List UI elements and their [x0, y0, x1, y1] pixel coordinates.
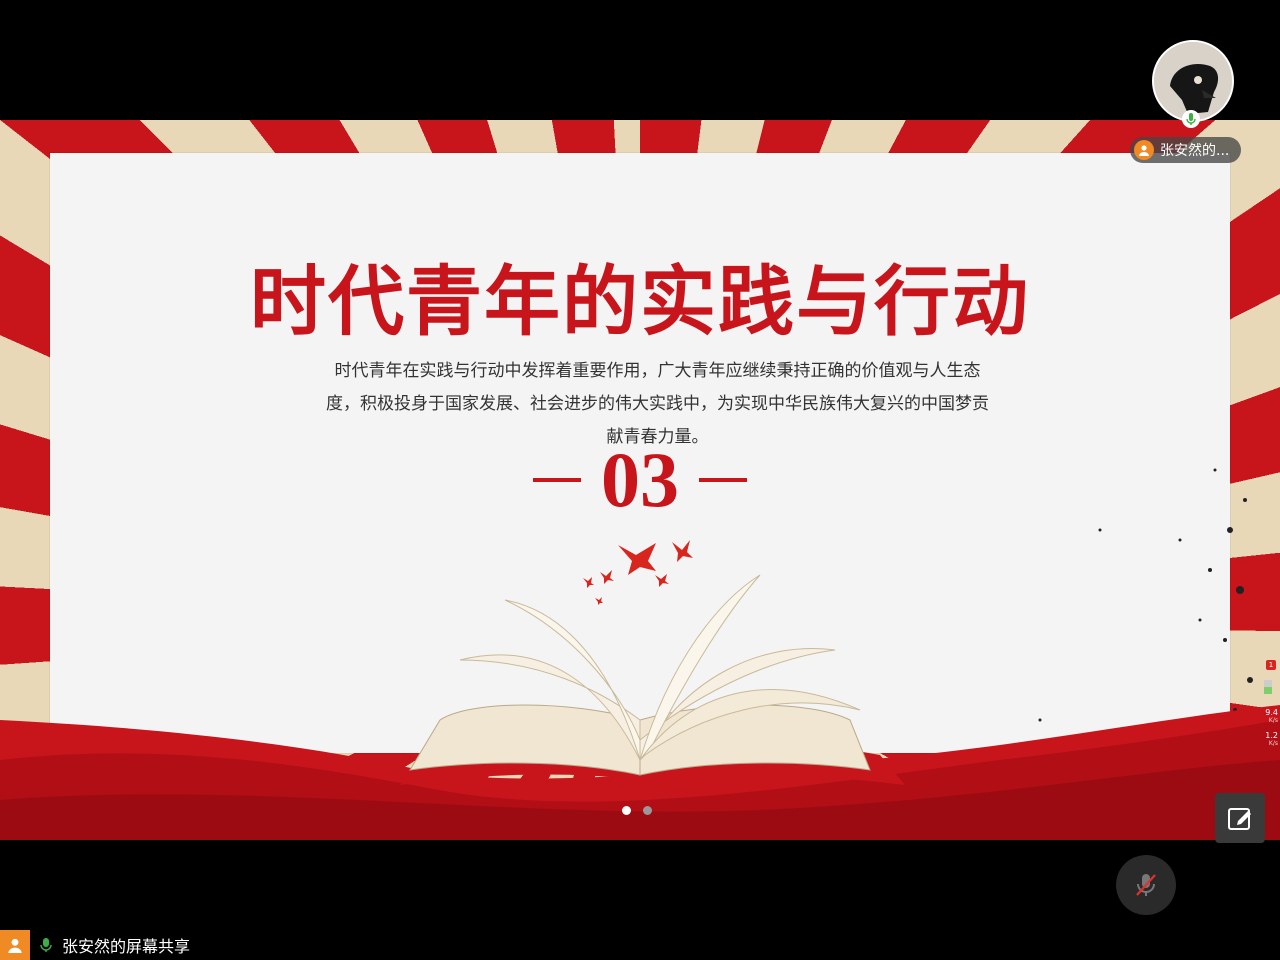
- screen-share-bar: 张安然的屏幕共享: [0, 930, 190, 960]
- mic-active-icon: [1182, 110, 1200, 128]
- network-stats: 1 9.4 K/s 1.2 K/s: [1254, 660, 1278, 754]
- annotate-button[interactable]: [1215, 793, 1265, 843]
- right-dash: [699, 478, 747, 482]
- meeting-screen: 时代青年的实践与行动 时代青年在实践与行动中发挥着重要作用，广大青年应继续秉持正…: [0, 0, 1280, 960]
- section-number-row: 03: [500, 440, 780, 520]
- doves: [583, 540, 693, 605]
- network-badge: 1: [1266, 660, 1276, 670]
- upload-unit: K/s: [1268, 717, 1278, 724]
- shared-slide: 时代青年的实践与行动 时代青年在实践与行动中发挥着重要作用，广大青年应继续秉持正…: [0, 120, 1280, 840]
- open-book: [400, 574, 905, 785]
- microphone-mute-button[interactable]: [1116, 855, 1176, 915]
- presenter-icon: [0, 930, 30, 960]
- microphone-muted-icon: [1136, 874, 1156, 896]
- avatar-image: [1154, 42, 1232, 120]
- upload-speed: 9.4: [1265, 708, 1278, 717]
- signal-icon: [1264, 680, 1272, 694]
- left-dash: [533, 478, 581, 482]
- slide-title: 时代青年的实践与行动: [250, 257, 1030, 346]
- participant-name: 张安然的...: [1160, 143, 1230, 159]
- slide-pager: [622, 806, 652, 815]
- download-speed: 1.2: [1265, 731, 1278, 740]
- download-unit: K/s: [1268, 740, 1278, 747]
- pager-dot-1[interactable]: [622, 806, 631, 815]
- annotate-icon: [1228, 808, 1251, 830]
- pager-dot-2[interactable]: [643, 806, 652, 815]
- ink-splash: [1038, 468, 1253, 722]
- participant-name-tag[interactable]: 张安然的...: [1130, 137, 1242, 163]
- presenter-mic-icon: [36, 937, 56, 953]
- section-number: 03: [601, 436, 679, 523]
- screen-share-label: 张安然的屏幕共享: [62, 937, 191, 956]
- person-icon: [1134, 140, 1154, 160]
